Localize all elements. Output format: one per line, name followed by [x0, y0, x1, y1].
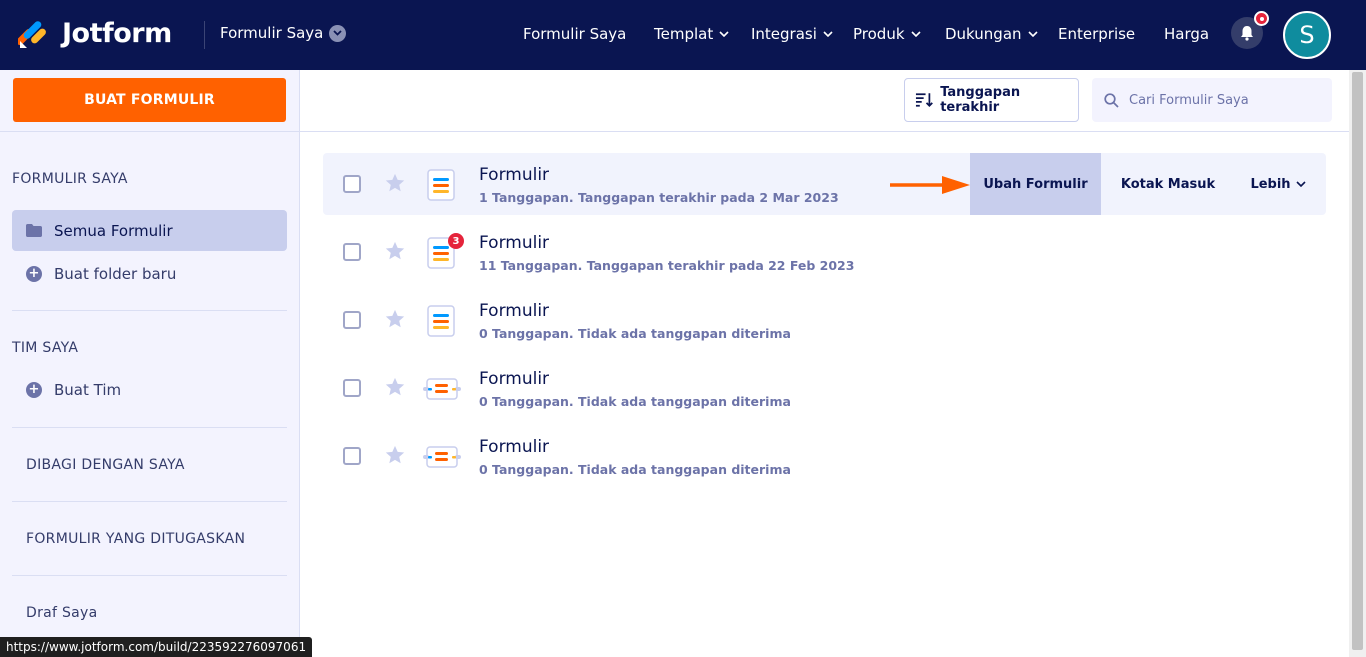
- form-title[interactable]: Formulir: [479, 437, 549, 457]
- star-icon[interactable]: [384, 240, 406, 262]
- nav-label: Produk: [853, 25, 905, 43]
- form-list-item[interactable]: Formulir 0 Tanggapan. Tidak ada tanggapa…: [323, 289, 1326, 351]
- sidebar-item-create-team[interactable]: + Buat Tim: [12, 369, 287, 410]
- form-subtitle: 11 Tanggapan. Tanggapan terakhir pada 22…: [479, 258, 855, 273]
- form-list-icon: [427, 305, 455, 337]
- plus-circle-icon: +: [26, 381, 42, 398]
- section-my-forms-heading: FORMULIR SAYA: [12, 171, 128, 187]
- arrow-right-icon: [890, 176, 970, 194]
- top-navigation-bar: Jotform Formulir Saya Formulir Saya Temp…: [0, 0, 1366, 70]
- form-title[interactable]: Formulir: [479, 233, 549, 253]
- star-icon[interactable]: [384, 308, 406, 330]
- chevron-down-icon: [823, 31, 833, 37]
- select-checkbox[interactable]: [343, 311, 361, 329]
- nav-label: Enterprise: [1058, 25, 1136, 43]
- more-label: Lebih: [1250, 176, 1291, 192]
- jotform-logo[interactable]: Jotform: [18, 17, 172, 49]
- nav-label: Templat: [654, 25, 714, 43]
- avatar-initial: S: [1299, 21, 1315, 49]
- brand-name: Jotform: [62, 17, 172, 49]
- sidebar-divider: [12, 310, 287, 311]
- sidebar-divider: [12, 575, 287, 576]
- jotform-logo-icon: [18, 21, 46, 48]
- sidebar-item-label: Buat folder baru: [54, 264, 177, 283]
- select-checkbox[interactable]: [343, 243, 361, 261]
- nav-integrations[interactable]: Integrasi: [751, 25, 833, 43]
- scrollbar-thumb[interactable]: [1352, 72, 1363, 650]
- chevron-down-icon: [910, 31, 921, 37]
- form-title[interactable]: Formulir: [479, 369, 549, 389]
- plus-circle-icon: +: [26, 265, 42, 282]
- more-button[interactable]: Lebih: [1243, 153, 1313, 215]
- nav-support[interactable]: Dukungan: [945, 25, 1038, 43]
- form-subtitle: 0 Tanggapan. Tidak ada tanggapan diterim…: [479, 462, 791, 477]
- sidebar-item-assigned-forms[interactable]: FORMULIR YANG DITUGASKAN: [26, 531, 245, 547]
- status-bar-url: https://www.jotform.com/build/2235922760…: [0, 637, 313, 657]
- select-checkbox[interactable]: [343, 447, 361, 465]
- nav-label: Formulir Saya: [523, 25, 627, 43]
- section-my-team-heading: TIM SAYA: [12, 340, 79, 356]
- form-list-icon: [427, 169, 455, 201]
- breadcrumb[interactable]: Formulir Saya: [220, 24, 347, 42]
- star-icon[interactable]: [384, 444, 406, 466]
- sidebar-item-shared-with-me[interactable]: DIBAGI DENGAN SAYA: [26, 457, 185, 473]
- nav-products[interactable]: Produk: [853, 25, 921, 43]
- chevron-down-icon: [1295, 181, 1306, 187]
- inbox-button[interactable]: Kotak Masuk: [1118, 153, 1218, 215]
- select-checkbox[interactable]: [343, 379, 361, 397]
- sidebar-divider: [12, 501, 287, 502]
- notification-indicator: [1254, 11, 1269, 26]
- form-subtitle: 0 Tanggapan. Tidak ada tanggapan diterim…: [479, 326, 791, 341]
- select-checkbox[interactable]: [343, 175, 361, 193]
- chevron-down-icon: [1027, 31, 1038, 37]
- nav-label: Harga: [1164, 25, 1210, 43]
- star-icon[interactable]: [384, 172, 406, 194]
- sort-label: Tanggapan terakhir: [940, 85, 1021, 115]
- edit-form-button[interactable]: Ubah Formulir: [970, 153, 1101, 215]
- sidebar-divider: [0, 131, 299, 132]
- nav-enterprise[interactable]: Enterprise: [1058, 25, 1135, 43]
- nav-templates[interactable]: Templat: [654, 25, 729, 43]
- star-icon[interactable]: [384, 376, 406, 398]
- nav-label: Dukungan: [945, 25, 1022, 43]
- form-subtitle: 1 Tanggapan. Tanggapan terakhir pada 2 M…: [479, 190, 839, 205]
- form-subtitle: 0 Tanggapan. Tidak ada tanggapan diterim…: [479, 394, 791, 409]
- sidebar-item-label: Buat Tim: [54, 380, 122, 399]
- sidebar-item-label: Semua Formulir: [54, 221, 173, 240]
- chevron-down-icon: [329, 24, 347, 42]
- sort-button[interactable]: Tanggapan terakhir: [904, 78, 1079, 122]
- form-list-item[interactable]: Formulir 0 Tanggapan. Tidak ada tanggapa…: [323, 357, 1326, 419]
- nav-pricing[interactable]: Harga: [1164, 25, 1209, 43]
- form-title[interactable]: Formulir: [479, 301, 549, 321]
- form-list-item[interactable]: Formulir 0 Tanggapan. Tidak ada tanggapa…: [323, 425, 1326, 487]
- sidebar: BUAT FORMULIR FORMULIR SAYA Semua Formul…: [0, 70, 300, 657]
- folder-icon: [26, 223, 42, 239]
- form-card-icon: [423, 378, 461, 400]
- header-divider: [204, 21, 205, 49]
- sort-icon: [915, 93, 933, 107]
- unread-count-badge: 3: [448, 233, 464, 249]
- bell-icon: [1241, 26, 1253, 41]
- nav-label: Integrasi: [751, 25, 817, 43]
- sidebar-item-drafts[interactable]: Draf Saya: [26, 605, 98, 621]
- avatar[interactable]: S: [1283, 11, 1331, 59]
- search-icon: [1104, 92, 1119, 108]
- form-card-icon: [423, 446, 461, 468]
- toolbar-divider: [300, 131, 1349, 132]
- search-input[interactable]: [1129, 92, 1319, 108]
- sidebar-divider: [12, 427, 287, 428]
- chevron-down-icon: [719, 31, 729, 37]
- sidebar-item-new-folder[interactable]: + Buat folder baru: [12, 253, 287, 294]
- nav-my-forms[interactable]: Formulir Saya: [523, 25, 626, 43]
- form-list-item[interactable]: Formulir 1 Tanggapan. Tanggapan terakhir…: [323, 153, 1326, 215]
- create-form-button[interactable]: BUAT FORMULIR: [13, 78, 286, 122]
- form-title[interactable]: Formulir: [479, 165, 549, 185]
- search-box[interactable]: [1092, 78, 1332, 122]
- sidebar-item-all-forms[interactable]: Semua Formulir: [12, 210, 287, 251]
- form-list-item[interactable]: 3 Formulir 11 Tanggapan. Tanggapan terak…: [323, 221, 1326, 283]
- breadcrumb-label: Formulir Saya: [220, 24, 324, 42]
